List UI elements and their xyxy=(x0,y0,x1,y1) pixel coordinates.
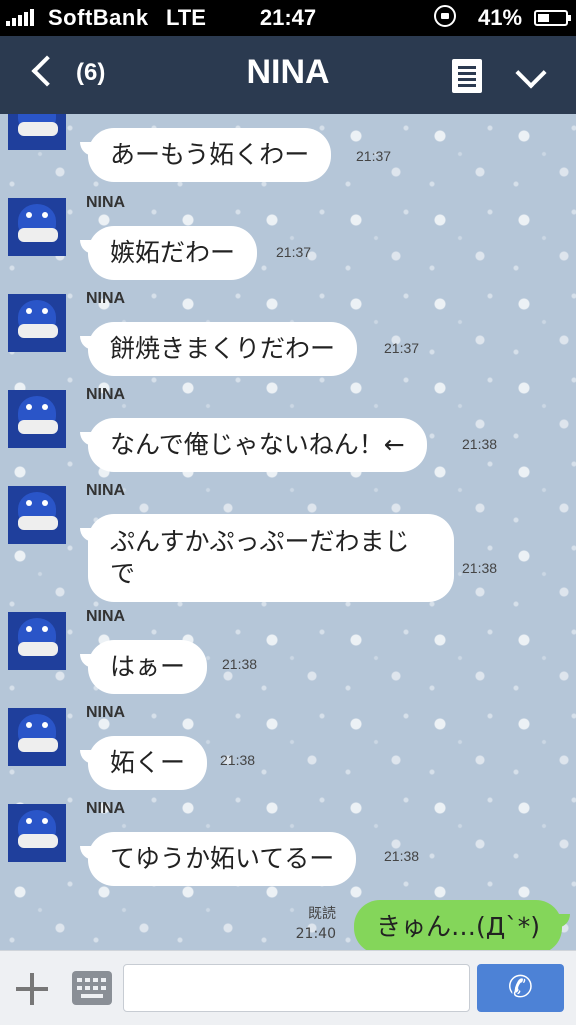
sender-name: NINA xyxy=(86,800,126,817)
avatar[interactable] xyxy=(8,804,66,862)
message-bubble[interactable]: てゆうか妬いてるー xyxy=(79,832,357,886)
sender-name: NINA xyxy=(86,386,126,403)
message-time: 21:37 xyxy=(384,340,420,356)
sender-name: NINA xyxy=(86,290,126,307)
battery-percent: 41% xyxy=(478,5,523,30)
input-bar: ✆ xyxy=(0,950,576,1025)
message-input[interactable] xyxy=(123,964,470,1012)
avatar[interactable] xyxy=(8,198,66,256)
message-time: 21:38 xyxy=(220,752,256,768)
phone-icon[interactable]: ✆ xyxy=(477,964,564,1012)
avatar[interactable] xyxy=(8,486,66,544)
message-time: 21:40 xyxy=(295,926,336,942)
avatar[interactable] xyxy=(8,708,66,766)
battery-icon xyxy=(534,10,571,26)
message-time: 21:38 xyxy=(384,848,420,864)
avatar[interactable] xyxy=(8,390,66,448)
own-message-bubble[interactable]: きゅん…(Д`*) xyxy=(353,900,571,950)
read-label: 既読 xyxy=(308,906,336,922)
sender-name: NINA xyxy=(86,704,126,721)
avatar[interactable] xyxy=(8,612,66,670)
sender-name: NINA xyxy=(86,194,126,211)
chevron-down-icon[interactable] xyxy=(508,60,552,90)
message-time: 21:38 xyxy=(222,656,258,672)
plus-icon[interactable] xyxy=(14,971,50,1007)
read-receipt: 既読 21:40 xyxy=(296,904,336,944)
message-time: 21:38 xyxy=(462,560,498,576)
message-bubble[interactable]: ぷんすかぷっぷーだわまじで xyxy=(80,514,454,602)
notes-icon[interactable] xyxy=(452,59,482,93)
chat-header: (6) NINA xyxy=(0,36,576,114)
status-bar: SoftBank LTE 21:47 41% xyxy=(0,0,576,36)
message-bubble[interactable]: 餅焼きまくりだわー xyxy=(79,322,358,376)
keyboard-icon[interactable] xyxy=(72,971,112,1005)
message-time: 21:37 xyxy=(356,148,392,164)
sender-name: NINA xyxy=(86,608,126,625)
message-bubble[interactable]: はぁー xyxy=(79,640,208,694)
avatar[interactable] xyxy=(8,114,66,150)
chat-title: NINA xyxy=(246,53,330,91)
message-bubble[interactable]: なんで俺じゃないねん！← xyxy=(80,418,427,472)
message-bubble[interactable]: あーもう妬くわー xyxy=(79,128,332,182)
sender-name: NINA xyxy=(86,482,126,499)
message-bubble[interactable]: 嫉妬だわー xyxy=(79,226,258,280)
chat-area[interactable]: あーもう妬くわー 21:37 NINA 嫉妬だわー 21:37 NINA 餅焼き… xyxy=(0,114,576,950)
message-bubble[interactable]: 妬くー xyxy=(79,736,208,790)
avatar[interactable] xyxy=(8,294,66,352)
rotation-lock-icon xyxy=(434,5,456,27)
message-time: 21:37 xyxy=(276,244,312,260)
message-time: 21:38 xyxy=(462,436,498,452)
